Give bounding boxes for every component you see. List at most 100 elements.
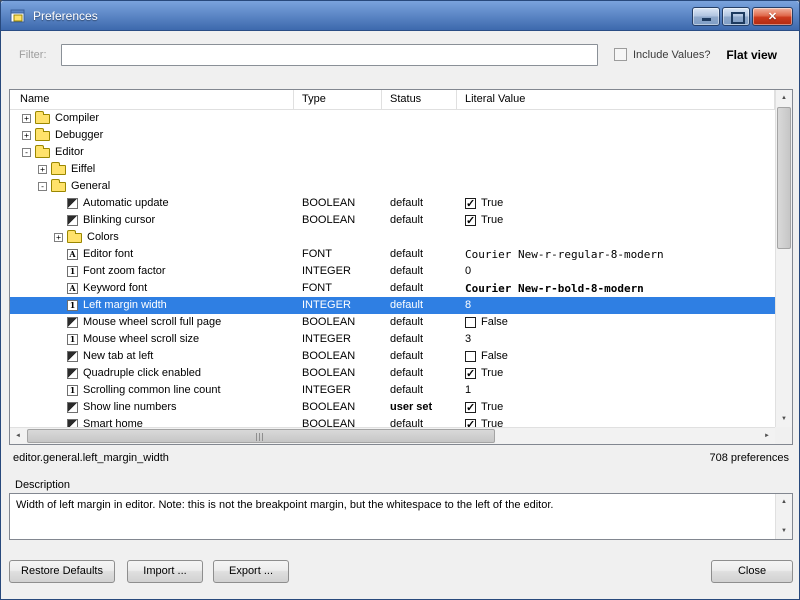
filter-input[interactable] xyxy=(61,44,598,66)
close-button[interactable] xyxy=(752,7,793,26)
maximize-button[interactable] xyxy=(722,7,750,26)
preference-status: default xyxy=(382,365,457,382)
preference-type: BOOLEAN xyxy=(294,195,382,212)
name-cell: Editor font xyxy=(10,246,294,263)
font-icon xyxy=(67,283,78,294)
tree-row[interactable]: Mouse wheel scroll sizeINTEGERdefault3 xyxy=(10,331,775,348)
scroll-left-arrow-icon[interactable] xyxy=(10,428,26,444)
scrollbar-corner xyxy=(775,427,792,444)
tree-row[interactable]: Quadruple click enabledBOOLEANdefaultTru… xyxy=(10,365,775,382)
vertical-scrollbar-thumb[interactable] xyxy=(777,107,791,249)
window-title: Preferences xyxy=(33,9,98,23)
name-cell: Automatic update xyxy=(10,195,294,212)
import-button[interactable]: Import ... xyxy=(127,560,203,583)
tree-row[interactable]: -Editor xyxy=(10,144,775,161)
value-checkbox[interactable] xyxy=(465,368,476,379)
column-header-status[interactable]: Status xyxy=(382,90,457,109)
preference-value: Courier New-r-regular-8-modern xyxy=(465,246,664,263)
scroll-up-arrow-icon[interactable] xyxy=(776,90,792,106)
preference-type xyxy=(294,144,382,161)
tree-row[interactable]: -General xyxy=(10,178,775,195)
value-cell xyxy=(457,229,775,246)
value-cell: Courier New-r-regular-8-modern xyxy=(457,246,775,263)
preference-value: 0 xyxy=(465,263,471,280)
tree-row[interactable]: Smart homeBOOLEANdefaultTrue xyxy=(10,416,775,427)
value-checkbox[interactable] xyxy=(465,402,476,413)
tree-row[interactable]: New tab at leftBOOLEANdefaultFalse xyxy=(10,348,775,365)
column-header-literal-value[interactable]: Literal Value xyxy=(457,90,775,109)
expander-toggle[interactable]: + xyxy=(54,233,63,242)
folder-icon xyxy=(51,165,66,175)
tree-row[interactable]: Left margin widthINTEGERdefault8 xyxy=(10,297,775,314)
value-checkbox[interactable] xyxy=(465,317,476,328)
horizontal-scrollbar[interactable] xyxy=(10,427,775,444)
close-dialog-button[interactable]: Close xyxy=(711,560,793,583)
expander-toggle[interactable]: - xyxy=(22,148,31,157)
value-cell: 0 xyxy=(457,263,775,280)
value-checkbox[interactable] xyxy=(465,215,476,226)
preference-status xyxy=(382,144,457,161)
titlebar[interactable]: Preferences xyxy=(1,1,799,31)
tree-row[interactable]: +Debugger xyxy=(10,127,775,144)
preference-name: Colors xyxy=(87,229,119,246)
tree-row[interactable]: + Colors xyxy=(10,229,775,246)
description-scrollbar[interactable] xyxy=(775,494,792,539)
preference-status xyxy=(382,178,457,195)
tree-row[interactable]: Keyword fontFONTdefaultCourier New-r-bol… xyxy=(10,280,775,297)
tree-row[interactable]: Automatic updateBOOLEANdefaultTrue xyxy=(10,195,775,212)
selected-preference-path: editor.general.left_margin_width xyxy=(13,452,169,464)
preference-name: Blinking cursor xyxy=(83,212,155,229)
vertical-scrollbar[interactable] xyxy=(775,90,792,427)
tree-row[interactable]: Mouse wheel scroll full pageBOOLEANdefau… xyxy=(10,314,775,331)
preference-value: True xyxy=(481,365,503,382)
preference-type xyxy=(294,127,382,144)
preference-name: Left margin width xyxy=(83,297,167,314)
preferences-grid: Name Type Status Literal Value +Compiler… xyxy=(9,89,793,445)
preference-name: Mouse wheel scroll full page xyxy=(83,314,221,331)
tree-row[interactable]: Font zoom factorINTEGERdefault0 xyxy=(10,263,775,280)
integer-icon xyxy=(67,334,78,345)
tree-row[interactable]: Show line numbersBOOLEANuser setTrue xyxy=(10,399,775,416)
value-checkbox[interactable] xyxy=(465,351,476,362)
window-icon[interactable] xyxy=(10,8,26,24)
tree-row[interactable]: +Eiffel xyxy=(10,161,775,178)
export-button[interactable]: Export ... xyxy=(213,560,289,583)
restore-defaults-button[interactable]: Restore Defaults xyxy=(9,560,115,583)
expander-toggle[interactable]: - xyxy=(38,182,47,191)
tree-row[interactable]: Editor fontFONTdefaultCourier New-r-regu… xyxy=(10,246,775,263)
preference-value: 8 xyxy=(465,297,471,314)
scroll-right-arrow-icon[interactable] xyxy=(759,428,775,444)
column-header-name[interactable]: Name xyxy=(10,90,294,109)
minimize-button[interactable] xyxy=(692,7,720,26)
description-box: Width of left margin in editor. Note: th… xyxy=(9,493,793,540)
tree-row[interactable]: Blinking cursorBOOLEANdefaultTrue xyxy=(10,212,775,229)
value-checkbox[interactable] xyxy=(465,419,476,427)
preference-status: default xyxy=(382,280,457,297)
include-values-label: Include Values? xyxy=(633,49,710,61)
expander-toggle[interactable]: + xyxy=(22,131,31,140)
tree-row[interactable]: Scrolling common line countINTEGERdefaul… xyxy=(10,382,775,399)
tree-row[interactable]: +Compiler xyxy=(10,110,775,127)
preferences-window: Preferences Filter: Include Values? Flat… xyxy=(0,0,800,600)
preference-name: Automatic update xyxy=(83,195,169,212)
column-header-type[interactable]: Type xyxy=(294,90,382,109)
description-scroll-up-icon[interactable] xyxy=(776,494,792,510)
expander-toggle[interactable]: + xyxy=(22,114,31,123)
include-values-checkbox[interactable] xyxy=(614,48,627,61)
value-cell: True xyxy=(457,365,775,382)
horizontal-scrollbar-thumb[interactable] xyxy=(27,429,495,443)
preference-status: default xyxy=(382,195,457,212)
value-cell xyxy=(457,127,775,144)
value-cell: 1 xyxy=(457,382,775,399)
flat-view-button[interactable]: Flat view xyxy=(726,48,777,62)
expander-toggle[interactable]: + xyxy=(38,165,47,174)
value-checkbox[interactable] xyxy=(465,198,476,209)
boolean-icon xyxy=(67,215,78,226)
preference-type: BOOLEAN xyxy=(294,212,382,229)
preference-type xyxy=(294,178,382,195)
preference-type xyxy=(294,110,382,127)
scroll-down-arrow-icon[interactable] xyxy=(776,411,792,427)
preference-value: True xyxy=(481,212,503,229)
description-scroll-down-icon[interactable] xyxy=(776,523,792,539)
value-cell: 3 xyxy=(457,331,775,348)
